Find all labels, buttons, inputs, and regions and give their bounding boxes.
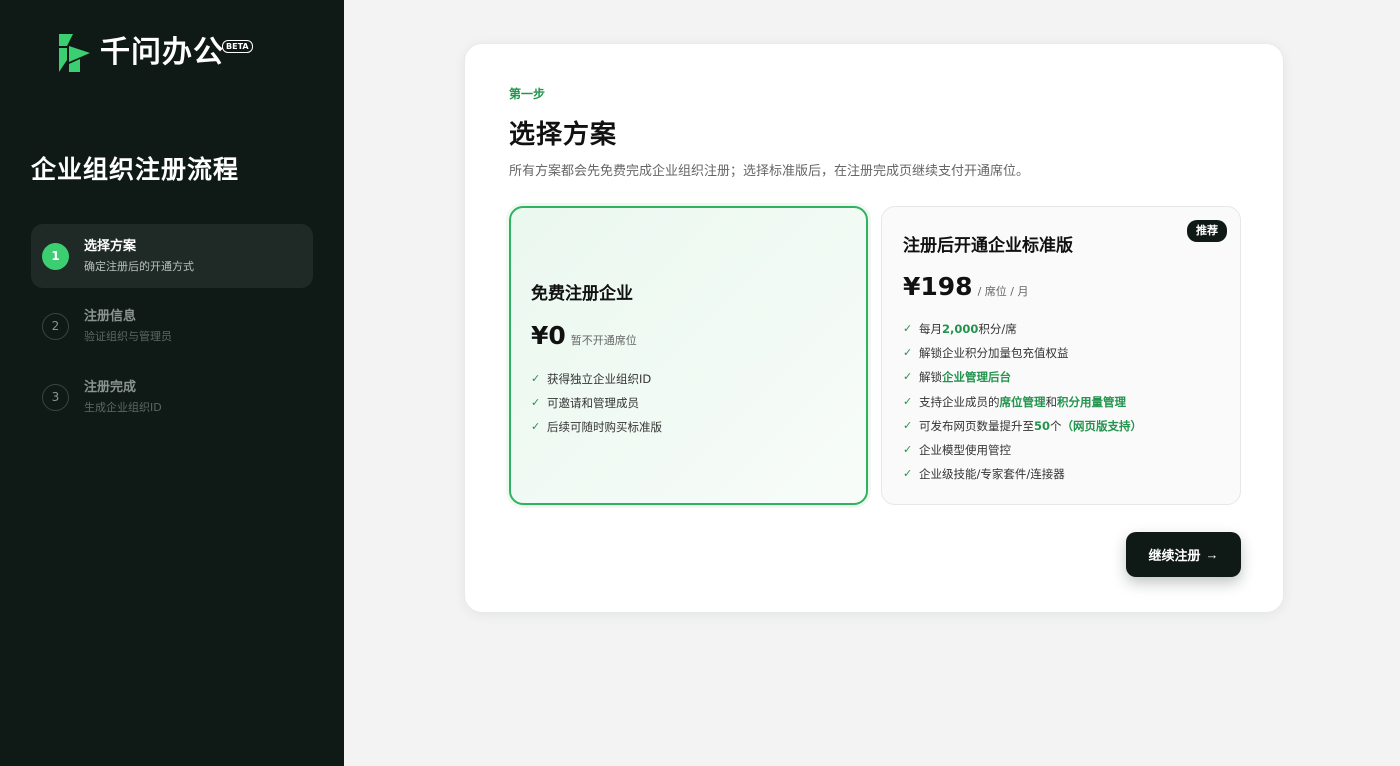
plan-price: ¥0 <box>531 321 566 350</box>
plan-card-standard[interactable]: 推荐 注册后开通企业标准版 ¥198 / 席位 / 月 ✓ 每月 2,000 积分… <box>881 206 1241 505</box>
check-icon: ✓ <box>903 322 913 336</box>
continue-registration-button[interactable]: 继续注册 → <box>1126 532 1241 577</box>
feature-item: ✓ 可发布网页数量提升至 50 个 （网页版支持） <box>903 418 1143 433</box>
check-icon: ✓ <box>903 346 913 360</box>
plan-selection-card: 第一步 选择方案 所有方案都会先免费完成企业组织注册；选择标准版后，在注册完成页… <box>464 43 1284 613</box>
check-icon: ✓ <box>531 372 541 386</box>
step-subtitle: 确定注册后的开通方式 <box>84 259 194 273</box>
brand-logo[interactable]: 千问办公 BETA <box>56 32 253 74</box>
step-subtitle: 生成企业组织ID <box>84 400 162 414</box>
step-title: 注册完成 <box>84 379 137 395</box>
flow-title: 企业组织注册流程 <box>31 155 240 184</box>
plan-feature-list: ✓ 获得独立企业组织ID ✓ 可邀请和管理成员 ✓ 后续可随时购买标准版 <box>531 367 662 440</box>
check-icon: ✓ <box>903 418 913 432</box>
beta-badge: BETA <box>222 40 253 53</box>
check-icon: ✓ <box>903 370 913 384</box>
qianwen-logo-icon <box>59 34 90 72</box>
arrow-right-icon: → <box>1205 547 1219 562</box>
plan-feature-list: ✓ 每月 2,000 积分/席 ✓ 解锁企业积分加量包充值权益 ✓ 解锁 企业管理后台… <box>903 317 1142 486</box>
feature-item: ✓ 每月 2,000 积分/席 <box>903 322 1017 337</box>
recommended-badge: 推荐 <box>1187 220 1227 242</box>
step-eyebrow: 第一步 <box>509 87 546 101</box>
step-title: 注册信息 <box>84 308 137 324</box>
check-icon: ✓ <box>903 443 913 457</box>
page-title: 选择方案 <box>509 120 618 150</box>
plan-card-free[interactable]: 免费注册企业 ¥0 暂不开通席位 ✓ 获得独立企业组织ID ✓ 可邀请和管理成员 ✓… <box>509 206 868 505</box>
plan-price-note: 暂不开通席位 <box>570 334 637 347</box>
plan-price: ¥198 <box>903 272 973 301</box>
feature-item: ✓ 解锁企业积分加量包充值权益 <box>903 346 1069 361</box>
step-number: 2 <box>42 312 69 340</box>
feature-item: ✓ 支持企业成员的 席位管理 和 积分用量管理 <box>903 394 1126 409</box>
check-icon: ✓ <box>531 396 541 410</box>
feature-item: ✓ 企业模型使用管控 <box>903 443 1011 458</box>
check-icon: ✓ <box>903 467 913 481</box>
step-registration-complete[interactable]: 3 注册完成 生成企业组织ID <box>31 365 313 429</box>
plan-name: 免费注册企业 <box>531 284 633 304</box>
step-number: 1 <box>42 242 69 270</box>
feature-item: ✓ 获得独立企业组织ID <box>531 372 652 387</box>
feature-item: ✓ 解锁 企业管理后台 <box>903 370 1011 385</box>
feature-item: ✓ 后续可随时购买标准版 <box>531 420 662 435</box>
continue-label: 继续注册 <box>1148 548 1201 563</box>
step-title: 选择方案 <box>84 238 137 254</box>
plan-price-note: / 席位 / 月 <box>977 285 1029 298</box>
check-icon: ✓ <box>531 420 541 434</box>
page-description: 所有方案都会先免费完成企业组织注册；选择标准版后，在注册完成页继续支付开通席位。 <box>509 164 1030 179</box>
step-registration-info[interactable]: 2 注册信息 验证组织与管理员 <box>31 294 313 358</box>
step-subtitle: 验证组织与管理员 <box>84 329 172 343</box>
feature-item: ✓ 企业级技能/专家套件/连接器 <box>903 467 1065 482</box>
feature-item: ✓ 可邀请和管理成员 <box>531 396 639 411</box>
sidebar: 千问办公 BETA 企业组织注册流程 1 选择方案 确定注册后的开通方式 2 注… <box>0 0 344 766</box>
check-icon: ✓ <box>903 394 913 408</box>
step-choose-plan[interactable]: 1 选择方案 确定注册后的开通方式 <box>31 224 313 288</box>
step-number: 3 <box>42 383 69 411</box>
plan-name: 注册后开通企业标准版 <box>903 236 1073 256</box>
brand-name: 千问办公 <box>100 35 224 70</box>
